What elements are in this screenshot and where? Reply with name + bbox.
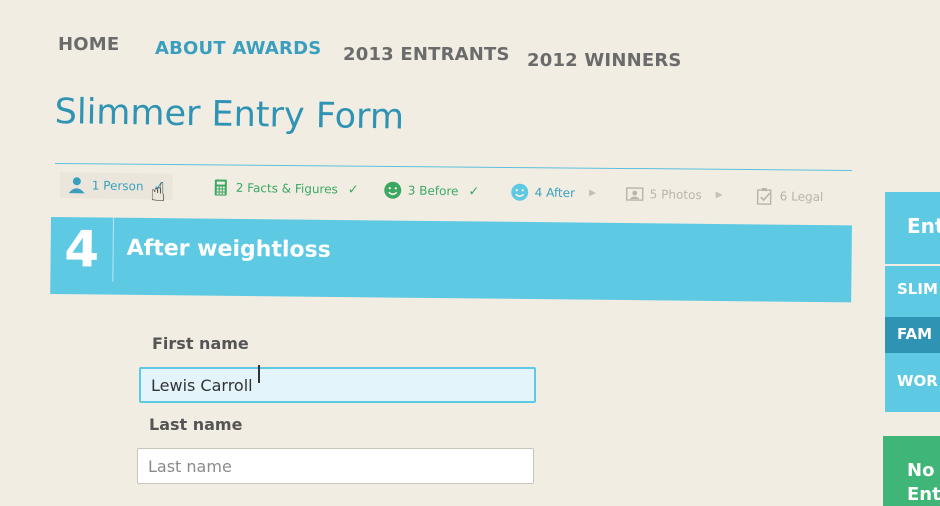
sidebar-item-label: FAM	[897, 325, 933, 343]
person-icon	[68, 177, 85, 194]
page: HOME ABOUT AWARDS 2013 ENTRANTS 2012 WIN…	[0, 0, 940, 506]
smiley-icon	[384, 181, 402, 199]
nominate-line-1: No	[907, 460, 935, 481]
nav-home[interactable]: HOME	[58, 34, 119, 55]
sidebar-heading: Ent	[907, 214, 940, 238]
entry-sidebar: Ent SLIM FAM WOR	[885, 192, 940, 412]
step-3[interactable]: 3 Before ✓	[384, 181, 480, 200]
step-progress: 1 Person ✓ 2 Facts & Figures ✓ 3 Before …	[59, 172, 850, 224]
nav-about-awards[interactable]: ABOUT AWARDS	[155, 38, 321, 59]
nav-2013-entrants[interactable]: 2013 ENTRANTS	[343, 44, 510, 65]
last-name-label: Last name	[149, 415, 243, 434]
step-1-label: 1 Person	[91, 178, 144, 194]
step-2[interactable]: 2 Facts & Figures ✓	[212, 178, 359, 198]
step-5[interactable]: 5 Photos ▶	[625, 185, 723, 205]
arrow-right-icon: ▶	[715, 190, 723, 201]
divider	[54, 163, 852, 171]
sidebar-item-family[interactable]: FAM	[885, 317, 940, 353]
section-title: After weightloss	[126, 235, 331, 263]
calculator-icon	[214, 179, 227, 196]
nav-2012-winners[interactable]: 2012 WINNERS	[527, 50, 682, 71]
text-cursor-icon	[258, 365, 260, 383]
step-6[interactable]: 6 Legal	[756, 187, 824, 206]
checklist-icon	[756, 188, 772, 205]
step-number: 4	[50, 217, 114, 282]
step-4-label: 4 After	[534, 185, 576, 201]
hand-pointer-icon: ☝	[150, 178, 166, 208]
step-2-label: 2 Facts & Figures	[235, 180, 338, 197]
step-3-label: 3 Before	[407, 183, 459, 199]
sidebar-item-slimmer[interactable]: SLIM	[897, 280, 938, 298]
photo-icon	[625, 187, 644, 201]
nominate-box[interactable]: No Ent	[883, 436, 940, 506]
check-icon: ✓	[347, 182, 359, 198]
last-name-field[interactable]	[137, 448, 534, 484]
first-name-field[interactable]	[139, 367, 536, 403]
first-name-label: First name	[152, 334, 249, 353]
section-banner: 4 After weightloss	[50, 217, 852, 303]
step-5-label: 5 Photos	[649, 187, 702, 203]
divider	[885, 264, 940, 266]
sidebar-item-workplace[interactable]: WOR	[897, 372, 938, 390]
arrow-right-icon: ▶	[588, 188, 596, 199]
step-4[interactable]: 4 After ▶	[511, 183, 596, 202]
smiley-icon	[511, 183, 529, 201]
page-title: Slimmer Entry Form	[54, 92, 405, 138]
check-icon: ✓	[468, 183, 480, 200]
nominate-line-2: Ent	[907, 484, 940, 505]
step-6-label: 6 Legal	[779, 189, 824, 204]
